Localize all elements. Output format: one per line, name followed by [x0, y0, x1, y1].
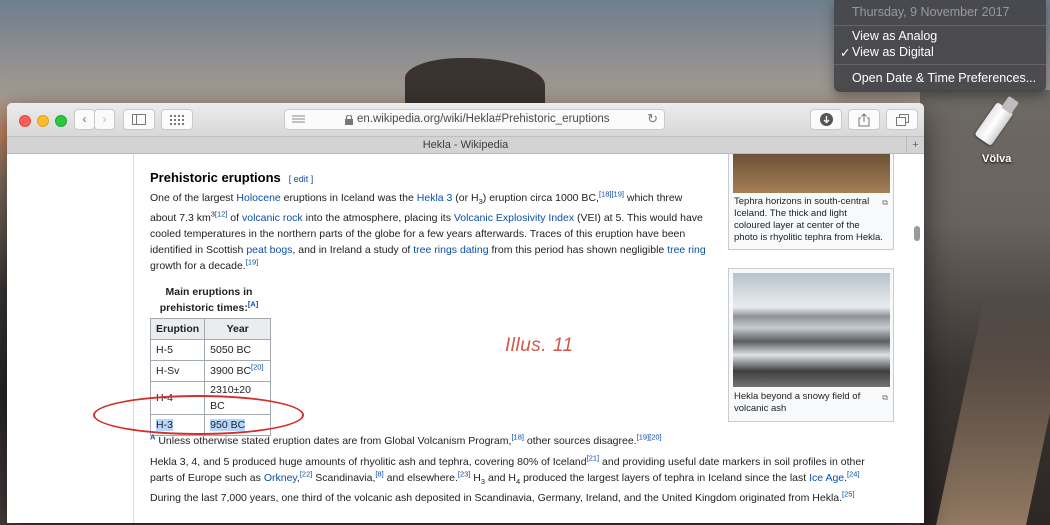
edit-section-link[interactable]: [ edit ]: [289, 174, 314, 184]
tephra-photo[interactable]: [733, 154, 890, 193]
top-sites-button[interactable]: [161, 109, 193, 130]
column-header: Eruption: [149, 318, 206, 340]
ref-link[interactable]: [25]: [842, 490, 855, 499]
zoom-window-button[interactable]: [55, 115, 67, 127]
close-window-button[interactable]: [19, 115, 31, 127]
new-tab-button[interactable]: +: [906, 137, 924, 154]
link-ice-age[interactable]: Ice Age: [809, 472, 844, 484]
reload-icon[interactable]: ↻: [647, 111, 658, 127]
chevron-left-icon: ‹: [82, 112, 87, 126]
tabs-icon: [895, 114, 909, 126]
highlight-ellipse-annotation: [93, 395, 304, 435]
usb-drive-icon[interactable]: [974, 95, 1024, 150]
table-cell: 3900 BC[20]: [204, 360, 272, 382]
table-row: H-Sv 3900 BC[20]: [149, 360, 272, 382]
ref-link[interactable]: [20]: [251, 363, 264, 372]
ref-link[interactable]: [18][19]: [599, 190, 624, 199]
ref-link[interactable]: [23]: [458, 470, 471, 479]
tabs-overview-button[interactable]: [886, 109, 918, 130]
paragraph-2: Hekla 3, 4, and 5 produced huge amounts …: [150, 453, 865, 505]
chevron-right-icon: ›: [102, 112, 107, 126]
menu-date: Thursday, 9 November 2017: [852, 5, 1010, 19]
table-cell: H-Sv: [149, 360, 206, 382]
reader-icon: [292, 115, 305, 123]
address-bar[interactable]: en.wikipedia.org/wiki/Hekla#Prehistoric_…: [284, 109, 665, 130]
column-header: Year: [204, 318, 272, 340]
page-content: Prehistoric eruptions [ edit ] One of the…: [7, 154, 924, 523]
scrollbar-thumb[interactable]: [914, 226, 920, 241]
ref-link[interactable]: [24]: [847, 470, 860, 479]
thumbnail-caption: Hekla beyond a snowy field of volcanic a…: [734, 391, 861, 414]
table-row: H-5 5050 BC: [149, 339, 272, 361]
thumbnail-hekla: ⧉ Hekla beyond a snowy field of volcanic…: [728, 268, 894, 422]
section-heading: Prehistoric eruptions [ edit ]: [150, 170, 313, 187]
ref-link[interactable]: [A]: [248, 300, 258, 309]
menu-separator: [834, 25, 1046, 26]
link-tree-rings-dating[interactable]: tree rings dating: [413, 244, 488, 256]
url-text: en.wikipedia.org/wiki/Hekla#Prehistoric_…: [357, 113, 610, 125]
section-heading-text: Prehistoric eruptions: [150, 170, 281, 185]
link-orkney[interactable]: Orkney: [264, 472, 297, 484]
hekla-photo[interactable]: [733, 273, 890, 387]
sidebar-divider: [133, 154, 134, 523]
menu-item-view-digital[interactable]: View as Digital: [852, 45, 934, 59]
link-hekla-3[interactable]: Hekla 3: [417, 192, 453, 204]
table-caption: Main eruptions in prehistoric times:[A]: [159, 286, 259, 314]
ref-link[interactable]: [19]: [246, 258, 259, 267]
menu-item-date-time-preferences[interactable]: Open Date & Time Preferences...: [852, 71, 1036, 85]
clock-menu: Thursday, 9 November 2017 ✓ View as Anal…: [834, 0, 1046, 92]
download-icon: [819, 113, 833, 126]
lock-icon: [345, 115, 353, 125]
tab-bar: Hekla - Wikipedia +: [7, 136, 924, 154]
thumbnail-caption: Tephra horizons in south-central Iceland…: [734, 196, 883, 243]
ref-link[interactable]: [8]: [375, 470, 383, 479]
back-button[interactable]: ‹: [74, 109, 95, 130]
forward-button[interactable]: ›: [94, 109, 115, 130]
link-volcanic-rock[interactable]: volcanic rock: [242, 212, 303, 224]
link-peat-bogs[interactable]: peat bogs: [246, 244, 292, 256]
link-vei[interactable]: Volcanic Explosivity Index: [454, 212, 574, 224]
footnote: A Unless otherwise stated eruption dates…: [150, 432, 662, 447]
share-icon: [858, 113, 870, 127]
enlarge-icon[interactable]: ⧉: [882, 390, 888, 406]
table-cell: 5050 BC: [204, 339, 272, 361]
tab-hekla-wikipedia[interactable]: Hekla - Wikipedia: [423, 139, 509, 151]
link-tree-ring[interactable]: tree ring: [667, 244, 706, 256]
thumbnail-tephra: ⧉ Tephra horizons in south-central Icela…: [728, 154, 894, 250]
ref-link[interactable]: [22]: [300, 470, 313, 479]
browser-toolbar: ‹ › en.wikipedia.org/wiki/Hekla#Prehisto…: [7, 103, 924, 136]
menu-separator: [834, 64, 1046, 65]
grid-icon: [170, 115, 184, 125]
checkmark-icon: ✓: [840, 46, 851, 60]
paragraph-1: One of the largest Holocene eruptions in…: [150, 189, 706, 273]
ref-link[interactable]: [19][20]: [637, 433, 662, 442]
menu-item-view-analog[interactable]: View as Analog: [852, 29, 937, 43]
share-button[interactable]: [848, 109, 880, 130]
downloads-button[interactable]: [810, 109, 842, 130]
table-cell: H-5: [149, 339, 206, 361]
ref-link[interactable]: [18]: [511, 433, 524, 442]
sidebar-icon: [132, 114, 146, 125]
background-rock: [405, 58, 545, 108]
drive-label[interactable]: Völva: [982, 153, 1011, 165]
minimize-window-button[interactable]: [37, 115, 49, 127]
browser-window: ‹ › en.wikipedia.org/wiki/Hekla#Prehisto…: [7, 103, 924, 523]
table-header-row: Eruption Year: [149, 318, 272, 340]
ref-link[interactable]: [21]: [587, 454, 600, 463]
ref-link[interactable]: [12]: [215, 210, 228, 219]
illustration-label: Illus. 11: [505, 335, 574, 356]
sidebar-button[interactable]: [123, 109, 155, 130]
link-holocene[interactable]: Holocene: [236, 192, 280, 204]
